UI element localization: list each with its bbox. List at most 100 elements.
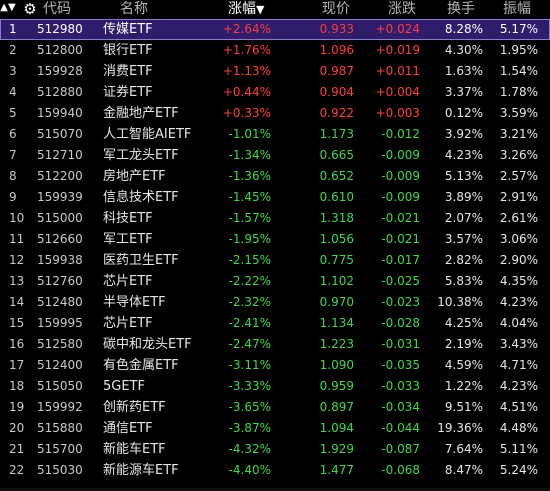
row-change: +0.004 bbox=[375, 85, 420, 99]
row-turnover: 9.51% bbox=[444, 400, 483, 414]
table-row[interactable]: 5 159940 金融地产ETF +0.33% 0.922 +0.003 0.12% 3.59… bbox=[0, 103, 550, 124]
column-header-change-pct-label: 涨幅 bbox=[228, 1, 256, 17]
table-row[interactable]: 13 512760 芯片ETF -2.22% 1.102 -0.025 5.83% 4.35% bbox=[0, 271, 550, 292]
table-row[interactable]: 8 512200 房地产ETF -1.36% 0.652 -0.009 5.13% 2.57% bbox=[0, 166, 550, 187]
row-code: 515700 bbox=[37, 442, 83, 456]
row-amplitude: 2.61% bbox=[499, 211, 538, 225]
row-change: -0.087 bbox=[381, 442, 420, 456]
row-amplitude: 4.04% bbox=[499, 316, 538, 330]
row-code: 512980 bbox=[37, 22, 83, 36]
row-change-pct: -1.45% bbox=[228, 190, 271, 204]
row-price: 1.096 bbox=[319, 43, 354, 57]
row-change-pct: -2.32% bbox=[228, 295, 271, 309]
row-turnover: 2.07% bbox=[444, 211, 483, 225]
row-name: 银行ETF bbox=[103, 43, 153, 58]
row-turnover: 8.47% bbox=[444, 463, 483, 477]
column-header-code[interactable]: 代码 bbox=[43, 0, 71, 19]
row-code: 159928 bbox=[37, 64, 83, 78]
row-amplitude: 3.59% bbox=[499, 106, 538, 120]
row-price: 1.929 bbox=[319, 442, 354, 456]
column-header-change-pct[interactable]: 涨幅▼ bbox=[228, 0, 264, 19]
row-amplitude: 3.43% bbox=[499, 337, 538, 351]
row-change: -0.035 bbox=[381, 358, 420, 372]
table-row[interactable]: 9 159939 信息技术ETF -1.45% 0.610 -0.009 3.89% 2.91… bbox=[0, 187, 550, 208]
row-change: -0.033 bbox=[381, 379, 420, 393]
row-price: 0.897 bbox=[319, 400, 354, 414]
column-header-price[interactable]: 现价 bbox=[322, 0, 350, 19]
row-code: 159992 bbox=[37, 400, 83, 414]
row-price: 1.173 bbox=[319, 127, 354, 141]
table-row[interactable]: 19 159992 创新药ETF -3.65% 0.897 -0.034 9.51% 4.51… bbox=[0, 397, 550, 418]
row-change-pct: -3.11% bbox=[228, 358, 271, 372]
table-row[interactable]: 11 512660 军工ETF -1.95% 1.056 -0.021 3.57% 3.06% bbox=[0, 229, 550, 250]
row-turnover: 2.19% bbox=[444, 337, 483, 351]
row-change: +0.003 bbox=[375, 106, 420, 120]
row-amplitude: 1.95% bbox=[499, 43, 538, 57]
row-index: 1 bbox=[9, 22, 17, 36]
row-code: 512480 bbox=[37, 295, 83, 309]
table-row[interactable]: 2 512800 银行ETF +1.76% 1.096 +0.019 4.30% 1.95% bbox=[0, 40, 550, 61]
row-code: 512660 bbox=[37, 232, 83, 246]
table-row[interactable]: 14 512480 半导体ETF -2.32% 0.970 -0.023 10.38% 4.2… bbox=[0, 292, 550, 313]
table-row[interactable]: 15 159995 芯片ETF -2.41% 1.134 -0.028 4.25% 4.04% bbox=[0, 313, 550, 334]
row-change-pct: +1.76% bbox=[222, 43, 271, 57]
row-name: 通信ETF bbox=[103, 421, 153, 436]
row-change: +0.019 bbox=[375, 43, 420, 57]
row-index: 20 bbox=[9, 421, 25, 435]
row-price: 1.056 bbox=[319, 232, 354, 246]
sort-toggle-icon[interactable]: ▲▼ bbox=[0, 0, 16, 16]
row-amplitude: 1.78% bbox=[499, 85, 538, 99]
table-row[interactable]: 22 515030 新能源车ETF -4.40% 1.477 -0.068 8.47% 5.2… bbox=[0, 460, 550, 481]
row-price: 0.922 bbox=[319, 106, 354, 120]
row-change-pct: -1.36% bbox=[228, 169, 271, 183]
row-change: -0.028 bbox=[381, 316, 420, 330]
table-body: 1 512980 传媒ETF +2.64% 0.933 +0.024 8.28% 5.17% 2… bbox=[0, 19, 550, 481]
row-name: 证券ETF bbox=[103, 85, 153, 100]
table-row[interactable]: 1 512980 传媒ETF +2.64% 0.933 +0.024 8.28% 5.17% bbox=[0, 19, 550, 40]
row-change-pct: +2.64% bbox=[222, 22, 271, 36]
table-row[interactable]: 7 512710 军工龙头ETF -1.34% 0.665 -0.009 4.23% 3.26… bbox=[0, 145, 550, 166]
row-name: 金融地产ETF bbox=[103, 106, 179, 121]
row-code: 515880 bbox=[37, 421, 83, 435]
row-change-pct: -4.40% bbox=[228, 463, 271, 477]
table-row[interactable]: 12 159938 医药卫生ETF -2.15% 0.775 -0.017 2.82% 2.9… bbox=[0, 250, 550, 271]
row-code: 512710 bbox=[37, 148, 83, 162]
row-name: 5GETF bbox=[103, 379, 145, 394]
table-row[interactable]: 4 512880 证券ETF +0.44% 0.904 +0.004 3.37% 1.78% bbox=[0, 82, 550, 103]
column-header-name[interactable]: 名称 bbox=[120, 0, 148, 19]
row-name: 科技ETF bbox=[103, 211, 153, 226]
row-change: -0.044 bbox=[381, 421, 420, 435]
column-header-amplitude[interactable]: 振幅 bbox=[503, 0, 531, 19]
row-code: 515030 bbox=[37, 463, 83, 477]
row-change-pct: -4.32% bbox=[228, 442, 271, 456]
row-amplitude: 2.57% bbox=[499, 169, 538, 183]
row-change: -0.034 bbox=[381, 400, 420, 414]
table-row[interactable]: 18 515050 5GETF -3.33% 0.959 -0.033 1.22% 4.23% bbox=[0, 376, 550, 397]
column-header-change[interactable]: 涨跌 bbox=[388, 0, 416, 19]
row-index: 7 bbox=[9, 148, 17, 162]
table-row[interactable]: 3 159928 消费ETF +1.13% 0.987 +0.011 1.63% 1.54% bbox=[0, 61, 550, 82]
row-index: 16 bbox=[9, 337, 25, 351]
table-row[interactable]: 21 515700 新能车ETF -4.32% 1.929 -0.087 7.64% 5.11… bbox=[0, 439, 550, 460]
table-row[interactable]: 20 515880 通信ETF -3.87% 1.094 -0.044 19.36% 4.48… bbox=[0, 418, 550, 439]
gear-icon[interactable]: ⚙ bbox=[21, 0, 39, 19]
row-price: 0.970 bbox=[319, 295, 354, 309]
row-price: 1.134 bbox=[319, 316, 354, 330]
table-row[interactable]: 17 512400 有色金属ETF -3.11% 1.090 -0.035 4.59% 4.7… bbox=[0, 355, 550, 376]
row-amplitude: 5.24% bbox=[499, 463, 538, 477]
table-row[interactable]: 10 515000 科技ETF -1.57% 1.318 -0.021 2.07% 2.61% bbox=[0, 208, 550, 229]
table-row[interactable]: 6 515070 人工智能AIETF -1.01% 1.173 -0.012 3.92% 3.… bbox=[0, 124, 550, 145]
row-price: 0.610 bbox=[319, 190, 354, 204]
row-amplitude: 1.54% bbox=[499, 64, 538, 78]
row-name: 房地产ETF bbox=[103, 169, 166, 184]
row-turnover: 3.92% bbox=[444, 127, 483, 141]
row-turnover: 19.36% bbox=[437, 421, 483, 435]
column-header-turnover[interactable]: 换手 bbox=[447, 0, 475, 19]
row-code: 512200 bbox=[37, 169, 83, 183]
row-change-pct: -3.87% bbox=[228, 421, 271, 435]
row-index: 21 bbox=[9, 442, 25, 456]
row-change-pct: +0.33% bbox=[222, 106, 271, 120]
row-name: 人工智能AIETF bbox=[103, 127, 192, 142]
table-row[interactable]: 16 512580 碳中和龙头ETF -2.47% 1.223 -0.031 2.19% 3.… bbox=[0, 334, 550, 355]
row-change-pct: -2.41% bbox=[228, 316, 271, 330]
